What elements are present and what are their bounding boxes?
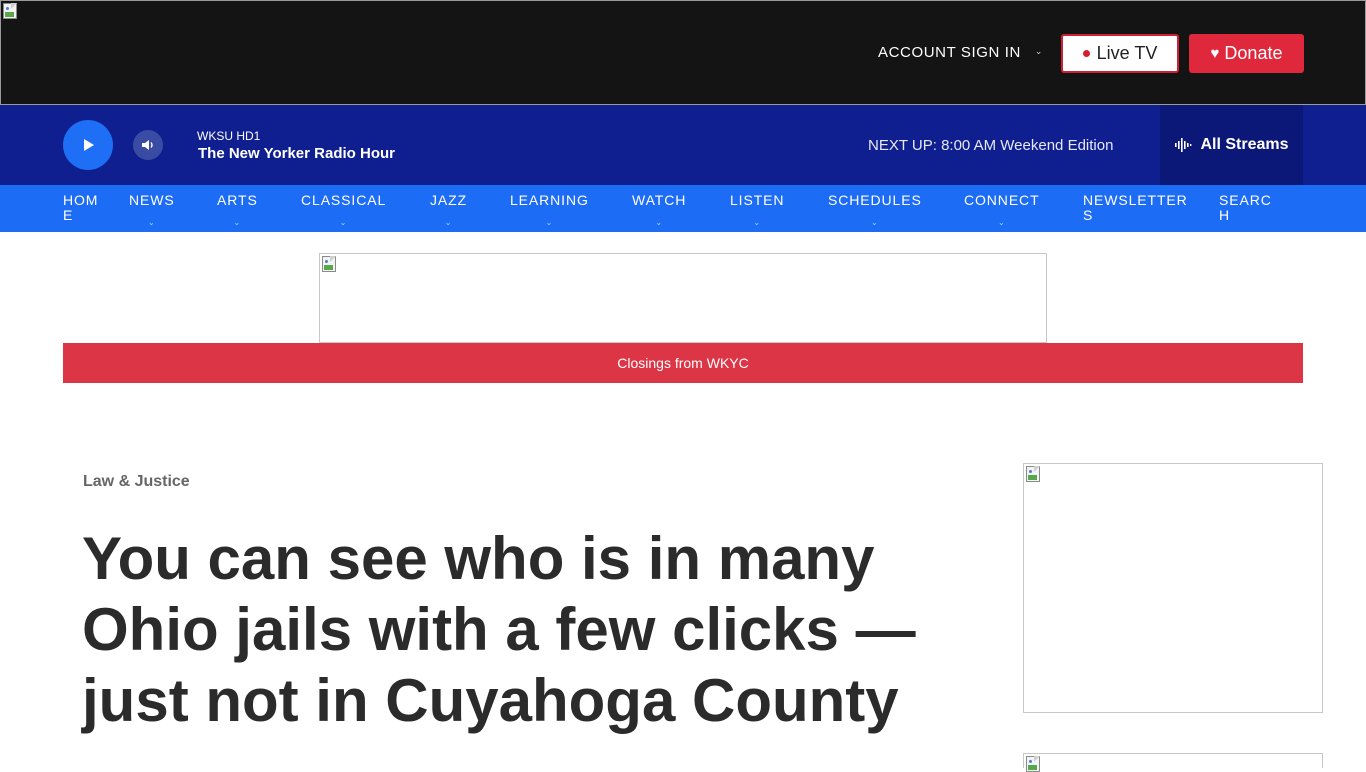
- play-icon: [84, 139, 94, 151]
- broken-image-icon: [1026, 466, 1042, 482]
- top-header: ACCOUNT SIGN IN ⌄ Live TV ♥ Donate: [0, 0, 1366, 105]
- nav-item-home[interactable]: HOME: [63, 193, 103, 223]
- chevron-down-icon: ⌄: [1034, 46, 1044, 56]
- article-headline: You can see who is in many Ohio jails wi…: [82, 525, 916, 734]
- nav-item-label: SCHEDULES: [828, 192, 922, 208]
- nav-item-label: LEARNING: [510, 192, 589, 208]
- station-name: WKSU HD1: [197, 129, 261, 143]
- account-sign-in-button[interactable]: ACCOUNT SIGN IN ⌄: [878, 44, 1043, 61]
- sidebar-ad[interactable]: [1023, 463, 1323, 713]
- chevron-down-icon: ⌄: [655, 218, 663, 227]
- next-up-time: 8:00 AM: [941, 137, 997, 154]
- chevron-down-icon: ⌄: [147, 218, 156, 227]
- all-streams-label: All Streams: [1200, 136, 1289, 153]
- nav-item-connect[interactable]: CONNECT ⌄: [964, 192, 1040, 228]
- all-streams-button[interactable]: All Streams: [1160, 105, 1303, 185]
- nav-item-listen[interactable]: LISTEN ⌄: [730, 192, 785, 228]
- next-up-label: NEXT UP:: [868, 137, 937, 154]
- next-up-info: NEXT UP: 8:00 AM Weekend Edition: [868, 137, 1113, 154]
- audio-waveform-icon: [1175, 138, 1192, 152]
- main-navigation: HOME NEWS ⌄ ARTS ⌄ CLASSICAL ⌄ JAZZ ⌄ LE…: [0, 185, 1366, 232]
- nav-item-label: SEARCH: [1219, 192, 1272, 223]
- nav-item-jazz[interactable]: JAZZ ⌄: [430, 192, 468, 228]
- account-sign-in-label: ACCOUNT SIGN IN: [878, 44, 1021, 61]
- live-dot-icon: [1082, 50, 1090, 57]
- broken-image-icon: [1026, 756, 1042, 772]
- donate-label: Donate: [1224, 43, 1283, 63]
- audio-player-bar: WKSU HD1 The New Yorker Radio Hour NEXT …: [0, 105, 1366, 185]
- nav-item-label: CLASSICAL: [301, 192, 387, 208]
- nav-item-search[interactable]: SEARCH: [1219, 193, 1281, 223]
- chevron-down-icon: ⌄: [753, 218, 762, 227]
- chevron-down-icon: ⌄: [545, 218, 554, 227]
- chevron-down-icon: ⌄: [871, 218, 879, 227]
- now-playing-program: The New Yorker Radio Hour: [198, 145, 395, 162]
- nav-item-news[interactable]: NEWS ⌄: [129, 192, 175, 228]
- play-button[interactable]: [63, 120, 113, 170]
- nav-item-label: LISTEN: [730, 192, 785, 208]
- station-logo-broken-image[interactable]: [3, 3, 19, 19]
- donate-button[interactable]: ♥ Donate: [1189, 34, 1304, 73]
- nav-item-label: JAZZ: [430, 192, 468, 208]
- nav-item-label: NEWS: [129, 192, 175, 208]
- closings-label: Closings from WKYC: [617, 355, 749, 371]
- chevron-down-icon: ⌄: [339, 218, 348, 227]
- live-tv-label: Live TV: [1096, 43, 1158, 63]
- nav-item-label: NEWSLETTERS: [1083, 192, 1188, 223]
- nav-item-arts[interactable]: ARTS ⌄: [217, 192, 258, 228]
- article-category-link[interactable]: Law & Justice: [83, 473, 190, 491]
- sidebar-ad-secondary[interactable]: [1023, 753, 1323, 772]
- volume-button[interactable]: [133, 130, 163, 160]
- nav-item-label: HOME: [63, 192, 99, 223]
- speaker-icon: [142, 140, 153, 150]
- heart-icon: ♥: [1210, 45, 1220, 62]
- nav-item-label: CONNECT: [964, 192, 1040, 208]
- nav-item-watch[interactable]: WATCH ⌄: [632, 192, 687, 228]
- nav-item-classical[interactable]: CLASSICAL ⌄: [301, 192, 387, 228]
- next-up-show: Weekend Edition: [1000, 137, 1114, 154]
- closings-alert-banner[interactable]: Closings from WKYC: [63, 343, 1303, 383]
- nav-item-label: ARTS: [217, 192, 258, 208]
- nav-item-learning[interactable]: LEARNING ⌄: [510, 192, 589, 228]
- leaderboard-ad[interactable]: [319, 253, 1047, 343]
- broken-image-icon: [322, 256, 338, 272]
- nav-item-schedules[interactable]: SCHEDULES ⌄: [828, 192, 922, 228]
- chevron-down-icon: ⌄: [444, 218, 453, 227]
- chevron-down-icon: ⌄: [233, 218, 242, 227]
- nav-item-label: WATCH: [632, 192, 687, 208]
- live-tv-button[interactable]: Live TV: [1061, 34, 1179, 73]
- nav-item-newsletters[interactable]: NEWSLETTERS: [1083, 193, 1195, 223]
- chevron-down-icon: ⌄: [997, 218, 1006, 227]
